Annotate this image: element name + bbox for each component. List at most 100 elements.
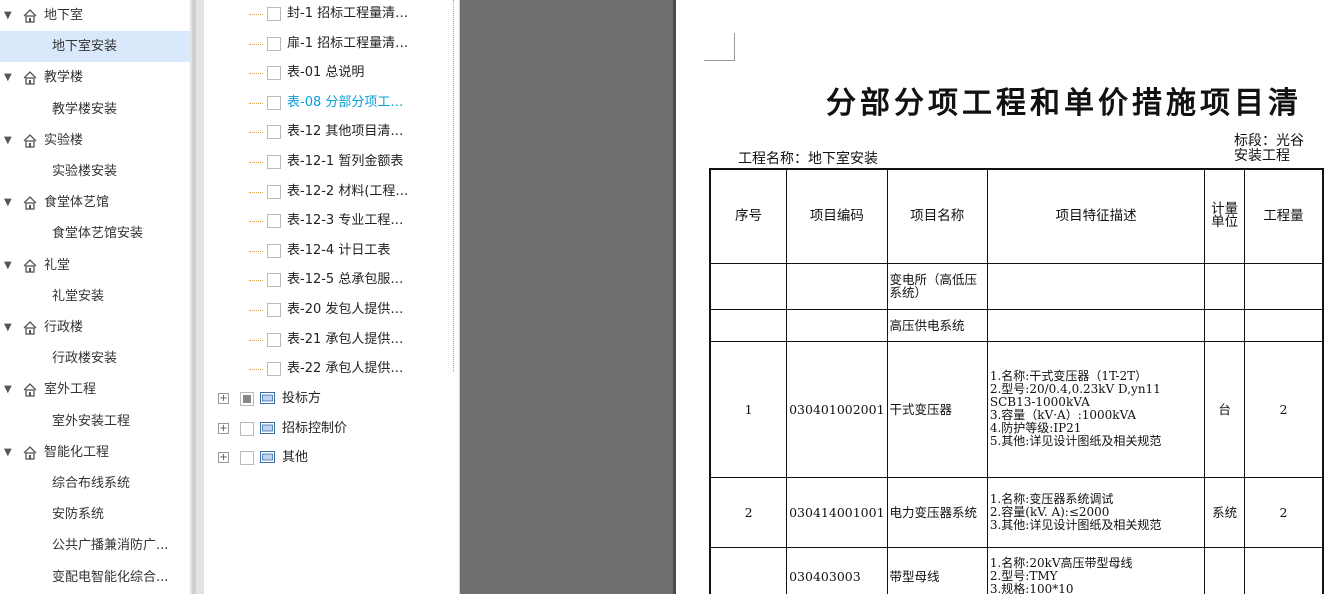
group-checkbox[interactable] xyxy=(240,392,254,406)
report-item-label: 表-08 分部分项工… xyxy=(287,94,404,110)
report-group-label: 投标方 xyxy=(282,391,322,406)
tree-connector-line xyxy=(453,0,454,372)
project-node-label: 食堂体艺馆 xyxy=(44,195,110,211)
project-group-node[interactable]: ▼ 礼堂 xyxy=(0,250,190,281)
cell-code: 030403003 xyxy=(786,546,888,594)
expand-arrow-icon[interactable]: ▼ xyxy=(4,62,12,93)
expand-plus-icon[interactable]: + xyxy=(218,452,229,464)
expand-arrow-icon[interactable]: ▼ xyxy=(4,0,12,31)
expand-plus-icon[interactable]: + xyxy=(218,393,229,404)
report-checkbox[interactable] xyxy=(267,184,281,199)
project-group-node[interactable]: ▼ 地下室 xyxy=(0,0,190,31)
cell-unit xyxy=(1204,546,1245,594)
project-node-label: 变配电智能化综合... xyxy=(52,569,169,585)
project-group-node[interactable]: ▼ 实验楼 xyxy=(0,125,190,156)
expand-arrow-icon[interactable]: ▼ xyxy=(4,437,12,468)
project-group-node[interactable]: ▼ 室外工程 xyxy=(0,374,190,405)
project-tree-panel: ▼ 地下室 地下室安装 ▼ 教学楼 教学楼安装 ▼ 实验楼 实验楼安装 ▼ 食堂体艺馆 食堂体艺馆安装… xyxy=(0,0,190,594)
report-checkbox[interactable] xyxy=(267,303,281,317)
project-item-node[interactable]: 实验楼安装 xyxy=(0,156,190,187)
project-item-node[interactable]: 安防系统 xyxy=(0,499,190,530)
tree-connector xyxy=(249,339,263,341)
report-title: 分部分项工程和单价措施项目清 xyxy=(826,86,1302,121)
project-node-label: 教学楼 xyxy=(44,70,84,86)
report-checkbox[interactable] xyxy=(267,7,281,21)
project-node-label: 地下室安装 xyxy=(52,39,118,55)
header-code: 项目编码 xyxy=(786,168,888,264)
project-item-node[interactable]: 食堂体艺馆安装 xyxy=(0,218,190,249)
expand-arrow-icon[interactable]: ▼ xyxy=(4,187,12,218)
report-checkbox[interactable] xyxy=(267,332,281,347)
cell-seq: 1 xyxy=(709,340,788,478)
project-item-node[interactable]: 教学楼安装 xyxy=(0,94,190,125)
project-group-node[interactable]: ▼ 智能化工程 xyxy=(0,437,190,468)
report-item-label: 表-12-1 暂列金额表 xyxy=(287,154,404,169)
report-preview-page: 分部分项工程和单价措施项目清 工程名称：地下室安装 标段：光谷 安装工程 序号 … xyxy=(676,0,1324,594)
report-checkbox[interactable] xyxy=(267,155,281,169)
cell-desc: 1.名称:干式变压器（1T-2T） 2.型号:20/0.4,0.23kV D,y… xyxy=(986,340,1206,478)
tree-connector xyxy=(249,280,263,282)
cell-desc: 1.名称:20kV高压带型母线 2.型号:TMY 3.规格:100*10 xyxy=(986,546,1206,594)
report-item-label: 表-12-2 材料(工程… xyxy=(287,183,409,199)
cell-qty xyxy=(1243,262,1324,310)
header-desc: 项目特征描述 xyxy=(986,168,1206,264)
report-item-label: 表-12-3 专业工程… xyxy=(287,213,404,229)
table-row: 2 030414001001 电力变压器系统 1.名称:变压器系统调试 2.容量(kV… xyxy=(709,476,1324,548)
expand-arrow-icon[interactable]: ▼ xyxy=(4,125,12,156)
project-group-node[interactable]: ▼ 食堂体艺馆 xyxy=(0,187,190,218)
tree-connector xyxy=(249,43,263,45)
project-item-node[interactable]: 地下室安装 xyxy=(0,31,190,63)
project-group-node[interactable]: ▼ 行政楼 xyxy=(0,312,190,343)
report-item-label: 表-12 其他项目清… xyxy=(287,124,404,140)
report-tree-panel: 封-1 招标工程量清… 扉-1 招标工程量清… 表-01 总说明 表-08 分部分项工… xyxy=(204,0,460,594)
report-checkbox[interactable] xyxy=(267,95,281,110)
expand-arrow-icon[interactable]: ▼ xyxy=(4,374,12,405)
viewer-background xyxy=(460,0,673,594)
report-folder-icon xyxy=(260,421,275,434)
expand-arrow-icon[interactable]: ▼ xyxy=(4,312,12,343)
tree-connector xyxy=(249,191,263,193)
group-checkbox[interactable] xyxy=(240,421,254,436)
project-node-label: 室外安装工程 xyxy=(52,413,131,429)
pane-splitter[interactable] xyxy=(190,0,204,594)
report-checkbox[interactable] xyxy=(267,125,281,140)
expand-plus-icon[interactable]: + xyxy=(218,422,229,434)
expand-arrow-icon[interactable]: ▼ xyxy=(4,250,12,281)
report-checkbox[interactable] xyxy=(267,214,281,229)
splitter-grip[interactable] xyxy=(192,0,196,594)
cell-qty xyxy=(1243,546,1324,594)
project-item-node[interactable]: 综合布线系统 xyxy=(0,468,190,499)
project-item-node[interactable]: 礼堂安装 xyxy=(0,281,190,312)
project-node-label: 实验楼 xyxy=(44,132,84,148)
report-checkbox[interactable] xyxy=(267,66,281,81)
cell-name: 变电所（高低压系统） xyxy=(886,262,988,310)
cell-unit: 台 xyxy=(1204,340,1245,478)
bid-section-line2: 安装工程 xyxy=(1234,148,1290,164)
project-group-node[interactable]: ▼ 教学楼 xyxy=(0,62,190,93)
tree-connector xyxy=(249,73,263,75)
cell-unit xyxy=(1204,262,1245,310)
tree-connector xyxy=(249,102,263,104)
cell-code: 030414001001 xyxy=(786,476,888,548)
group-checkbox[interactable] xyxy=(240,451,254,466)
report-folder-icon xyxy=(260,392,275,404)
cell-desc xyxy=(986,262,1206,310)
cell-seq: 2 xyxy=(709,476,788,548)
report-checkbox[interactable] xyxy=(267,243,281,258)
header-name: 项目名称 xyxy=(886,168,988,264)
project-item-node[interactable]: 变配电智能化综合... xyxy=(0,562,190,593)
report-checkbox[interactable] xyxy=(267,273,281,288)
bid-section-line1: 标段：光谷 xyxy=(1234,133,1304,149)
report-checkbox[interactable] xyxy=(267,36,281,51)
project-item-node[interactable]: 公共广播兼消防广... xyxy=(0,530,190,561)
cell-seq xyxy=(709,308,788,342)
report-folder-icon xyxy=(260,451,275,464)
bid-section: 标段：光谷 安装工程 xyxy=(1234,134,1304,164)
report-checkbox[interactable] xyxy=(267,362,281,377)
project-item-node[interactable]: 行政楼安装 xyxy=(0,343,190,374)
table-row: 高压供电系统 xyxy=(709,308,1324,342)
tree-connector xyxy=(249,162,263,163)
header-qty: 工程量 xyxy=(1243,168,1324,264)
project-item-node[interactable]: 室外安装工程 xyxy=(0,406,190,437)
cell-name: 高压供电系统 xyxy=(886,308,988,342)
